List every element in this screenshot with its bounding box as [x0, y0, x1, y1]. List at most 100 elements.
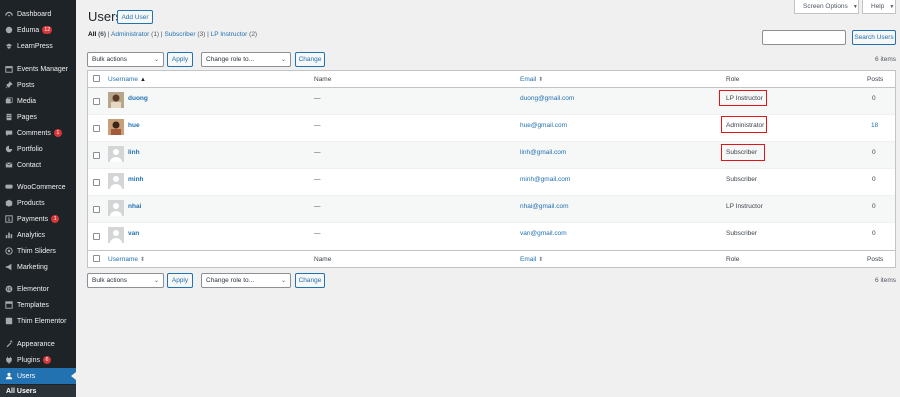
change-role-button-bottom[interactable]: Change [295, 273, 325, 288]
username-link[interactable]: minh [128, 176, 144, 183]
search-input[interactable] [762, 30, 846, 45]
search-users-button[interactable]: Search Users [852, 30, 896, 45]
row-checkbox[interactable] [93, 98, 100, 105]
email-link[interactable]: van@gmail.com [520, 230, 567, 237]
email-link[interactable]: hue@gmail.com [520, 122, 567, 129]
thim-elementor-icon [4, 317, 13, 326]
sidebar-item-thim-elementor[interactable]: Thim Elementor [0, 313, 76, 329]
sidebar-item-label: Contact [17, 161, 42, 169]
sidebar-item-plugins[interactable]: Plugins 6 [0, 352, 76, 368]
sidebar-item-label: Media [17, 97, 37, 105]
username-link[interactable]: van [128, 230, 139, 237]
change-role-button[interactable]: Change [295, 52, 325, 67]
email-link[interactable]: nhai@gmail.com [520, 203, 569, 210]
sidebar-item-label: Elementor [17, 285, 49, 293]
sidebar-item-label: Posts [17, 81, 35, 89]
username-link[interactable]: hue [128, 122, 140, 129]
row-checkbox[interactable] [93, 179, 100, 186]
items-count: 6 items [875, 56, 896, 63]
filter-lp-instructor[interactable]: LP Instructor (2) [211, 31, 258, 38]
apply-button[interactable]: Apply [167, 52, 193, 67]
role-cell: Subscriber [726, 176, 758, 183]
bulk-actions-select-bottom[interactable]: Bulk actions ⌄ [87, 273, 164, 288]
sidebar-item-learnpress[interactable]: LearnPress [0, 38, 76, 54]
sidebar-item-marketing[interactable]: Marketing [0, 259, 76, 275]
avatar [108, 92, 124, 108]
sidebar-item-portfolio[interactable]: Portfolio [0, 141, 76, 157]
screen-options-button[interactable]: Screen Options ▼ [794, 0, 859, 14]
sidebar-item-label: Portfolio [17, 145, 43, 153]
sort-icon: ⬍ [538, 77, 544, 83]
help-button[interactable]: Help ▼ [862, 0, 896, 14]
chevron-down-icon: ⌄ [153, 57, 159, 63]
select-all-checkbox-footer[interactable] [93, 255, 100, 262]
username-link[interactable]: nhai [128, 203, 141, 210]
submenu-all-users[interactable]: All Users [0, 385, 76, 397]
sidebar-item-products[interactable]: Products [0, 195, 76, 211]
sidebar-item-eduma[interactable]: Eduma 12 [0, 22, 76, 38]
role-cell: LP Instructor [726, 203, 763, 210]
email-link[interactable]: linh@gmail.com [520, 149, 566, 156]
sidebar-item-label: Users [17, 372, 36, 380]
bulk-actions-value: Bulk actions [92, 277, 128, 284]
caret-down-icon: ▼ [852, 3, 858, 10]
column-username-footer[interactable]: Username ⬍ [108, 256, 145, 263]
apply-button-bottom[interactable]: Apply [167, 273, 193, 288]
products-icon [4, 199, 13, 208]
sidebar-item-pages[interactable]: Pages [0, 109, 76, 125]
filter-subscriber[interactable]: Subscriber (3) [164, 31, 205, 38]
appearance-icon [4, 340, 13, 349]
row-checkbox[interactable] [93, 233, 100, 240]
select-all-checkbox[interactable] [93, 75, 100, 82]
submenu-all-users-label: All Users [6, 388, 37, 395]
add-user-button[interactable]: Add User [117, 10, 153, 24]
column-email[interactable]: Email ⬍ [520, 76, 543, 83]
sidebar-item-analytics[interactable]: Analytics [0, 227, 76, 243]
posts-count: 0 [872, 149, 876, 156]
posts-count-link[interactable]: 18 [871, 122, 878, 129]
change-role-select[interactable]: Change role to... ⌄ [201, 52, 291, 67]
separator: | [160, 31, 163, 38]
filter-all[interactable]: All (6) [88, 31, 106, 38]
sidebar-item-label: Comments [17, 129, 51, 137]
sidebar-item-elementor[interactable]: Elementor [0, 281, 76, 297]
items-count-bottom: 6 items [875, 277, 896, 284]
woocommerce-icon [4, 183, 13, 192]
sidebar-item-label: Appearance [17, 340, 55, 348]
sidebar-item-label: Thim Elementor [17, 317, 67, 325]
sidebar-item-events-manager[interactable]: Events Manager [0, 61, 76, 77]
sidebar-item-comments[interactable]: Comments 1 [0, 125, 76, 141]
sidebar-item-woocommerce[interactable]: WooCommerce [0, 179, 76, 195]
column-username[interactable]: Username ▲ [108, 76, 146, 83]
sidebar-item-templates[interactable]: Templates [0, 297, 76, 313]
column-posts: Posts [867, 76, 884, 83]
sidebar-item-dashboard[interactable]: Dashboard [0, 6, 76, 22]
table-row: nhai — nhai@gmail.com LP Instructor 0 [88, 196, 895, 223]
row-checkbox[interactable] [93, 206, 100, 213]
row-checkbox[interactable] [93, 125, 100, 132]
sidebar-item-users[interactable]: Users [0, 368, 76, 384]
filter-administrator[interactable]: Administrator (1) [111, 31, 159, 38]
username-link[interactable]: duong [128, 95, 148, 102]
payments-icon: $ [4, 215, 13, 224]
avatar [108, 227, 124, 243]
row-checkbox[interactable] [93, 152, 100, 159]
help-label: Help [871, 3, 885, 10]
role-highlight-box [721, 116, 767, 133]
sidebar-item-thim-sliders[interactable]: Thim Sliders [0, 243, 76, 259]
bulk-actions-select[interactable]: Bulk actions ⌄ [87, 52, 164, 67]
sidebar-item-media[interactable]: Media [0, 93, 76, 109]
sidebar-item-payments[interactable]: $ Payments 1 [0, 211, 76, 227]
email-link[interactable]: minh@gmail.com [520, 176, 570, 183]
sidebar-item-appearance[interactable]: Appearance [0, 336, 76, 352]
email-link[interactable]: duong@gmail.com [520, 95, 574, 102]
change-role-select-bottom[interactable]: Change role to... ⌄ [201, 273, 291, 288]
sidebar-item-posts[interactable]: Posts [0, 77, 76, 93]
avatar [108, 146, 124, 162]
sort-asc-icon: ▲ [139, 77, 146, 83]
column-email-footer[interactable]: Email ⬍ [520, 256, 543, 263]
username-link[interactable]: linh [128, 149, 140, 156]
sidebar-item-contact[interactable]: Contact [0, 157, 76, 173]
sidebar-item-label: Templates [17, 301, 49, 309]
name-cell: — [314, 203, 321, 210]
